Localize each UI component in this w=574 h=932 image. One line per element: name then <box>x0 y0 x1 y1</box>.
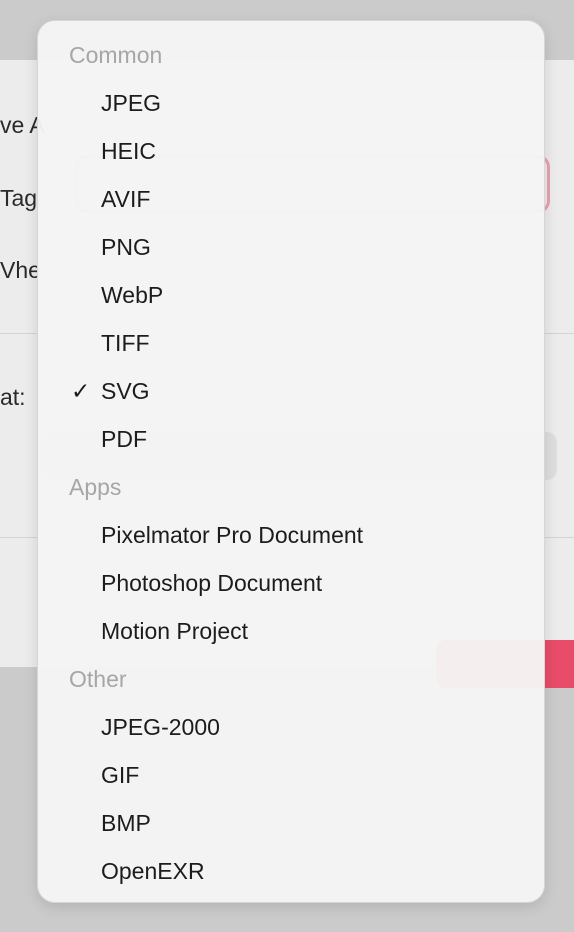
menu-item-jpeg[interactable]: JPEG <box>38 79 544 127</box>
screen: ve A Tag Vhe at: Common JPEG HEIC AVIF PNG We… <box>0 0 574 932</box>
menu-item-jpeg-2000[interactable]: JPEG-2000 <box>38 703 544 751</box>
menu-item-gif[interactable]: GIF <box>38 751 544 799</box>
menu-item-label: OpenEXR <box>101 858 205 884</box>
tags-label: Tag <box>0 185 38 211</box>
menu-item-label: GIF <box>101 762 140 788</box>
menu-item-label: PNG <box>101 234 151 260</box>
menu-item-svg[interactable]: ✓ SVG <box>38 367 544 415</box>
menu-item-pdf[interactable]: PDF <box>38 415 544 463</box>
menu-item-pixelmator-pro-document[interactable]: Pixelmator Pro Document <box>38 511 544 559</box>
menu-item-tiff[interactable]: TIFF <box>38 319 544 367</box>
menu-item-label: WebP <box>101 282 164 308</box>
menu-item-webp[interactable]: WebP <box>38 271 544 319</box>
menu-item-openexr[interactable]: OpenEXR <box>38 847 544 895</box>
where-label: Vhe <box>0 257 41 283</box>
menu-item-label: AVIF <box>101 186 151 212</box>
menu-item-label: BMP <box>101 810 151 836</box>
menu-item-avif[interactable]: AVIF <box>38 175 544 223</box>
menu-item-bmp[interactable]: BMP <box>38 799 544 847</box>
menu-list: Common JPEG HEIC AVIF PNG WebP TIFF ✓ SVG PDF Apps… <box>38 31 544 895</box>
menu-item-photoshop-document[interactable]: Photoshop Document <box>38 559 544 607</box>
format-popup-menu: Common JPEG HEIC AVIF PNG WebP TIFF ✓ SVG PDF Apps… <box>37 20 545 903</box>
menu-item-png[interactable]: PNG <box>38 223 544 271</box>
menu-section-header-apps: Apps <box>69 474 122 500</box>
menu-item-label: Motion Project <box>101 618 249 644</box>
menu-item-label: Pixelmator Pro Document <box>101 522 364 548</box>
menu-item-label: JPEG-2000 <box>101 714 220 740</box>
format-label: at: <box>0 384 26 410</box>
menu-section-header-other: Other <box>69 666 127 692</box>
menu-section-header-common: Common <box>69 42 163 68</box>
menu-item-label: PDF <box>101 426 147 452</box>
menu-item-heic[interactable]: HEIC <box>38 127 544 175</box>
menu-item-motion-project[interactable]: Motion Project <box>38 607 544 655</box>
menu-item-label: HEIC <box>101 138 156 164</box>
menu-item-label: JPEG <box>101 90 162 116</box>
menu-item-label: Photoshop Document <box>101 570 323 596</box>
checkmark-icon: ✓ <box>71 378 91 404</box>
menu-item-label: SVG <box>101 378 150 404</box>
menu-item-label: TIFF <box>101 330 150 356</box>
